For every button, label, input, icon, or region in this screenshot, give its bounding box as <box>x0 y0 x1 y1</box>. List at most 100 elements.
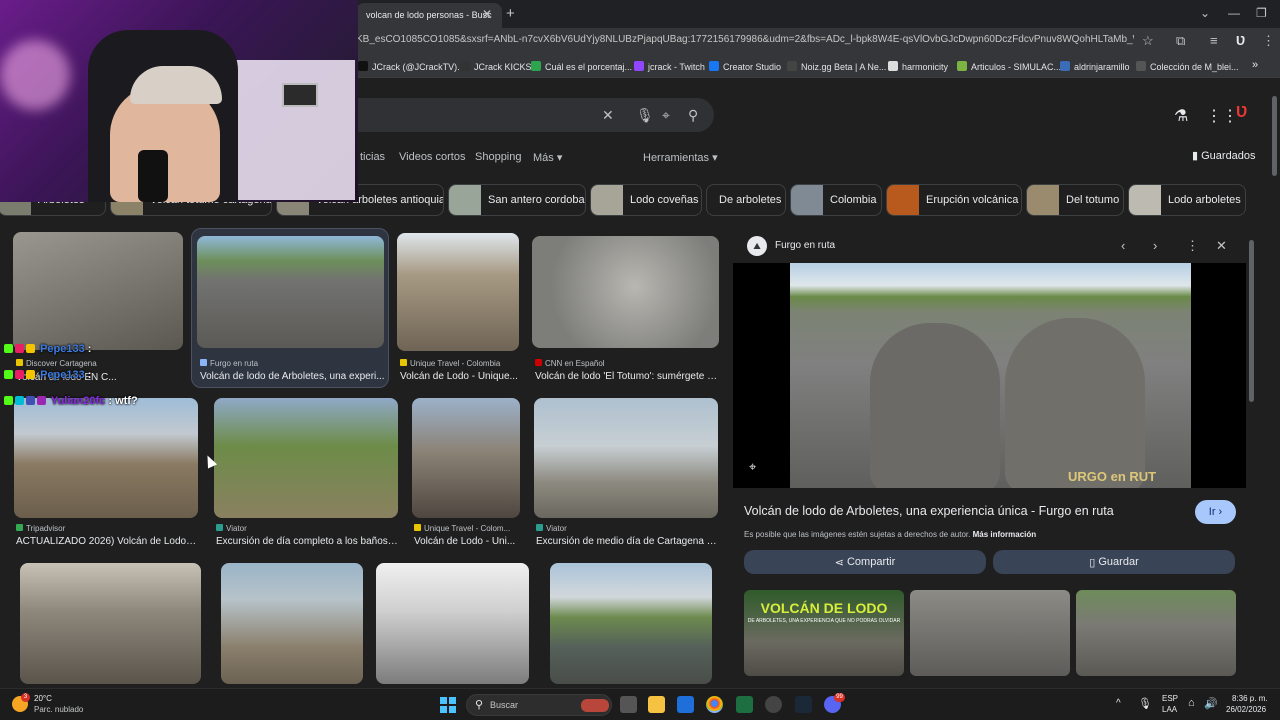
tab-short-videos[interactable]: Videos cortos <box>399 151 465 163</box>
panel-title[interactable]: Volcán de lodo de Arboletes, una experie… <box>744 504 1194 518</box>
task-view-icon[interactable] <box>620 696 637 713</box>
monitor <box>282 83 318 107</box>
chip-6[interactable]: Colombia <box>790 184 882 216</box>
result-title: Volcán de lodo de Arboletes, una experi.… <box>200 371 385 382</box>
chip-8[interactable]: Del totumo <box>1026 184 1124 216</box>
chip-3[interactable]: San antero cordoba <box>448 184 586 216</box>
chip-label: De arboletes <box>719 194 782 206</box>
result-title: Volcán de lodo 'El Totumo': sumérgete e.… <box>535 371 720 382</box>
tab-news[interactable]: ticias <box>360 151 385 163</box>
chip-9[interactable]: Lodo arboletes <box>1128 184 1246 216</box>
new-tab-icon[interactable]: + <box>506 5 515 22</box>
share-icon: ⋖ <box>834 556 847 569</box>
bookmark-star-icon[interactable]: ☆ <box>1142 33 1154 49</box>
saved-button[interactable]: ▮ Guardados <box>1192 149 1256 162</box>
chip-label: San antero cordoba <box>488 194 585 206</box>
bookmark-8[interactable]: aldrinjaramillo <box>1060 61 1130 72</box>
tab-search-icon[interactable]: ⌄ <box>1200 6 1210 20</box>
tab-active[interactable]: volcan de lodo personas - Busc <box>356 3 502 28</box>
more-bookmarks-icon[interactable]: » <box>1252 59 1258 71</box>
save-button[interactable]: ▯ Guardar <box>993 550 1235 574</box>
taskbar-search[interactable]: ⚲ Buscar <box>466 694 612 716</box>
apps-grid-icon[interactable]: ⋮⋮ <box>1206 106 1238 126</box>
close-panel-icon[interactable]: ✕ <box>1216 238 1227 254</box>
result-source: Viator <box>216 524 247 533</box>
result-title: Volcán de Lodo - Unique... <box>400 371 518 382</box>
bookmark-5[interactable]: Noiz.gg Beta | A Ne... <box>787 61 886 72</box>
bookmark-label: JCrack KICKS <box>474 62 532 72</box>
labs-flask-icon[interactable]: ⚗ <box>1174 106 1188 126</box>
language-top[interactable]: ESP <box>1162 694 1178 703</box>
panel-scrollbar[interactable] <box>1249 240 1254 402</box>
outlook-icon[interactable] <box>677 696 694 713</box>
volume-icon[interactable]: 🔊 <box>1204 697 1218 710</box>
bookmark-4[interactable]: Creator Studio <box>709 61 781 72</box>
minimize-icon[interactable]: — <box>1228 6 1240 20</box>
share-button[interactable]: ⋖ Compartir <box>744 550 986 574</box>
next-image-icon[interactable]: › <box>1153 238 1157 253</box>
bookmark-favicon-icon <box>1136 61 1146 71</box>
bookmark-label: aldrinjaramillo <box>1074 62 1130 72</box>
clear-search-icon[interactable]: ✕ <box>602 107 614 124</box>
steam-icon[interactable] <box>795 696 812 713</box>
subscriber-badge-icon <box>37 396 46 405</box>
chip-7[interactable]: Erupción volcánica <box>886 184 1022 216</box>
ring-light <box>0 40 70 110</box>
obs-icon[interactable] <box>765 696 782 713</box>
excel-icon[interactable] <box>736 696 753 713</box>
moderator-badge-icon <box>26 396 35 405</box>
panel-site-name[interactable]: Furgo en ruta <box>775 240 835 251</box>
language-bottom[interactable]: LAA <box>1162 705 1177 714</box>
bookmark-2[interactable]: Cuál es el porcentaj... <box>531 61 632 72</box>
result-thumbnail <box>534 398 718 518</box>
bookmark-6[interactable]: harmonicity <box>888 61 948 72</box>
voice-search-icon[interactable]: 🎙 <box>636 107 654 124</box>
bookmark-1[interactable]: JCrack KICKS <box>460 61 532 72</box>
kick-badge-icon <box>4 396 13 405</box>
search-icon[interactable]: ⚲ <box>688 107 698 124</box>
chip-4[interactable]: Lodo coveñas <box>590 184 702 216</box>
related-image[interactable]: VOLCÁN DE LODO DE ARBOLETES, UNA EXPERIE… <box>744 590 904 676</box>
related-image[interactable] <box>910 590 1070 676</box>
windows-start-icon[interactable] <box>440 697 456 713</box>
bookmark-3[interactable]: jcrack - Twitch <box>634 61 705 72</box>
network-icon[interactable]: ⌂ <box>1188 697 1195 709</box>
clock-date[interactable]: 26/02/2026 <box>1226 705 1266 714</box>
bookmark-favicon-icon <box>531 61 541 71</box>
result-thumbnail <box>221 563 363 684</box>
result-source-text: Unique Travel - Colombia <box>410 359 501 368</box>
bookmark-9[interactable]: Colección de M_blei... <box>1136 61 1239 72</box>
tray-overflow-icon[interactable]: ^ <box>1116 698 1121 709</box>
extensions-icon[interactable]: ⧉ <box>1176 33 1185 49</box>
result-thumbnail <box>376 563 529 684</box>
account-avatar-icon[interactable]: Ʋ <box>1236 104 1248 122</box>
lens-icon[interactable]: ⌖ <box>749 459 756 475</box>
clock-time[interactable]: 8:36 p. m. <box>1232 694 1268 703</box>
page-scrollbar[interactable] <box>1272 96 1277 176</box>
microphone-icon[interactable]: 🎙 <box>1138 697 1152 710</box>
file-explorer-icon[interactable] <box>648 696 665 713</box>
related-image[interactable] <box>1076 590 1236 676</box>
chip-5[interactable]: De arboletes <box>706 184 786 216</box>
chrome-icon[interactable] <box>706 696 723 713</box>
close-tab-icon[interactable]: ✕ <box>482 7 492 21</box>
visit-button[interactable]: Ir › <box>1195 500 1236 524</box>
tab-shopping[interactable]: Shopping <box>475 151 522 163</box>
previous-image-icon[interactable]: ‹ <box>1121 238 1125 253</box>
profile-icon[interactable]: Ʋ <box>1236 33 1245 48</box>
menu-icon[interactable]: ⋮ <box>1262 33 1275 49</box>
url-field[interactable]: KB_esCO1085CO1085&sxsrf=ANbL-n7cvX6bV6Ud… <box>356 34 1134 45</box>
bookmark-label: Noiz.gg Beta | A Ne... <box>801 62 887 72</box>
restore-icon[interactable]: ❐ <box>1256 6 1267 20</box>
media-icon[interactable]: ≡ <box>1210 33 1218 48</box>
more-info-link[interactable]: Más información <box>973 530 1037 539</box>
search-input[interactable]: ✕ 🎙 ⌖ ⚲ <box>340 98 714 132</box>
preview-image[interactable]: URGO en RUT <box>790 263 1191 488</box>
bookmark-7[interactable]: Articulos - SIMULAC... <box>957 61 1061 72</box>
more-options-icon[interactable]: ⋮ <box>1186 238 1199 254</box>
bookmark-0[interactable]: JCrack (@JCrackTV)... <box>358 61 465 72</box>
tools-button[interactable]: Herramientas ▾ <box>643 151 718 164</box>
lens-search-icon[interactable]: ⌖ <box>662 107 670 124</box>
bookmark-label: Colección de M_blei... <box>1150 62 1239 72</box>
tab-more[interactable]: Más ▾ <box>533 151 562 164</box>
